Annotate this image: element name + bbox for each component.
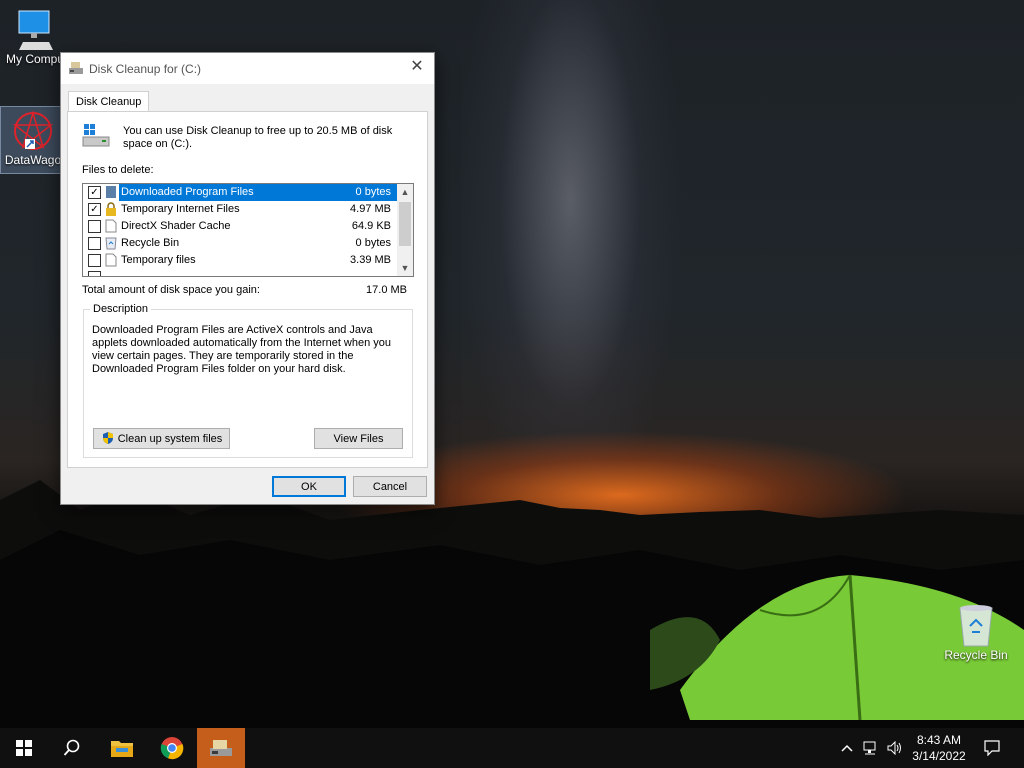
file-name: Recycle Bin	[121, 237, 180, 249]
network-icon	[863, 741, 876, 755]
file-size: 0 bytes	[355, 237, 391, 249]
recycle-bin-icon	[105, 237, 117, 250]
lock-icon	[106, 202, 116, 216]
file-size: 3.39 MB	[350, 254, 391, 266]
description-group: Description Downloaded Program Files are…	[83, 303, 413, 458]
list-item[interactable]: DirectX Shader Cache 64.9 KB	[83, 218, 398, 235]
file-icon	[105, 253, 117, 267]
start-icon	[16, 740, 32, 756]
file-name: DirectX Shader Cache	[121, 220, 231, 232]
disk-cleanup-icon	[210, 740, 232, 756]
cancel-button[interactable]: Cancel	[353, 476, 427, 497]
ok-button[interactable]: OK	[272, 476, 346, 497]
window-title: Disk Cleanup for (C:)	[89, 62, 202, 76]
clean-up-system-files-button[interactable]: Clean up system files	[93, 428, 230, 449]
volume-button[interactable]	[884, 728, 906, 768]
files-to-delete-label: Files to delete:	[82, 164, 154, 176]
clean-up-system-files-label: Clean up system files	[117, 433, 223, 445]
chrome-icon	[160, 737, 184, 760]
files-list[interactable]: ✓ Downloaded Program Files 0 bytes ✓ Tem…	[82, 183, 414, 277]
total-space-value: 17.0 MB	[366, 284, 407, 296]
checkbox[interactable]	[88, 271, 101, 276]
disk-cleanup-icon	[69, 62, 83, 74]
shield-icon	[102, 432, 113, 444]
clock-date: 3/14/2022	[912, 749, 966, 763]
list-item[interactable]: Recycle Bin 0 bytes	[83, 235, 398, 252]
file-explorer-button[interactable]	[98, 728, 146, 768]
recycle-bin-icon	[959, 605, 993, 647]
volume-icon	[887, 741, 901, 755]
title-bar[interactable]: Disk Cleanup for (C:) ✕	[61, 53, 434, 84]
taskbar: 8:43 AM 3/14/2022	[0, 728, 1024, 768]
view-files-button[interactable]: View Files	[314, 428, 403, 449]
computer-icon	[18, 10, 53, 50]
file-name: Downloaded Program Files	[121, 186, 254, 198]
file-name: Temporary Internet Files	[121, 203, 240, 215]
scrollbar[interactable]: ▲ ▼	[397, 184, 413, 276]
search-button[interactable]	[48, 728, 96, 768]
network-button[interactable]	[860, 728, 882, 768]
checkbox[interactable]: ✓	[88, 186, 101, 199]
file-size: 4.97 MB	[350, 203, 391, 215]
search-icon	[63, 739, 80, 756]
file-name: Temporary files	[121, 254, 196, 266]
desktop-icon-label: DataWago	[4, 153, 62, 167]
clock[interactable]: 8:43 AM 3/14/2022	[905, 732, 973, 764]
desktop-icon-label: Recycle Bin	[944, 648, 1008, 662]
chevron-up-icon	[841, 744, 853, 752]
list-item[interactable]: ✓ Downloaded Program Files 0 bytes	[83, 184, 398, 201]
file-explorer-icon	[111, 741, 133, 757]
scroll-up-icon[interactable]: ▲	[397, 184, 413, 200]
notification-icon	[984, 740, 1000, 756]
close-button[interactable]: ✕	[408, 58, 426, 76]
description-title: Description	[90, 303, 152, 315]
file-size: 0 bytes	[355, 186, 391, 198]
desktop-icon-recycle-bin[interactable]: Recycle Bin	[936, 602, 1016, 662]
folder-icon	[106, 186, 116, 198]
intro-text: You can use Disk Cleanup to free up to 2…	[123, 125, 393, 150]
tab-disk-cleanup[interactable]: Disk Cleanup	[68, 91, 150, 113]
datawagon-icon	[12, 110, 54, 150]
checkbox[interactable]	[88, 237, 101, 250]
show-hidden-icons-button[interactable]	[838, 728, 856, 768]
start-button[interactable]	[0, 728, 48, 768]
drive-icon	[82, 124, 110, 147]
file-size: 64.9 KB	[351, 220, 391, 232]
checkbox[interactable]	[88, 220, 101, 233]
checkbox[interactable]: ✓	[88, 203, 101, 216]
scroll-down-icon[interactable]: ▼	[397, 260, 413, 276]
total-space-label: Total amount of disk space you gain:	[82, 284, 260, 296]
scroll-thumb[interactable]	[399, 202, 411, 246]
list-item[interactable]: Temporary files 3.39 MB	[83, 252, 398, 269]
disk-cleanup-taskbar-button[interactable]	[197, 728, 245, 768]
clock-time: 8:43 AM	[916, 733, 962, 747]
list-item-partial[interactable]	[83, 269, 398, 276]
chrome-button[interactable]	[148, 728, 196, 768]
file-icon	[105, 219, 117, 233]
tab-panel: You can use Disk Cleanup to free up to 2…	[67, 111, 428, 468]
checkbox[interactable]	[88, 254, 101, 267]
description-text: Downloaded Program Files are ActiveX con…	[92, 324, 392, 375]
list-item[interactable]: ✓ Temporary Internet Files 4.97 MB	[83, 201, 398, 218]
disk-cleanup-window: Disk Cleanup for (C:) ✕ Disk Cleanup You…	[60, 52, 435, 505]
desktop-icon-datawagon[interactable]: DataWago	[0, 106, 66, 174]
wallpaper-landscape	[0, 480, 1024, 730]
action-center-button[interactable]	[980, 728, 1004, 768]
